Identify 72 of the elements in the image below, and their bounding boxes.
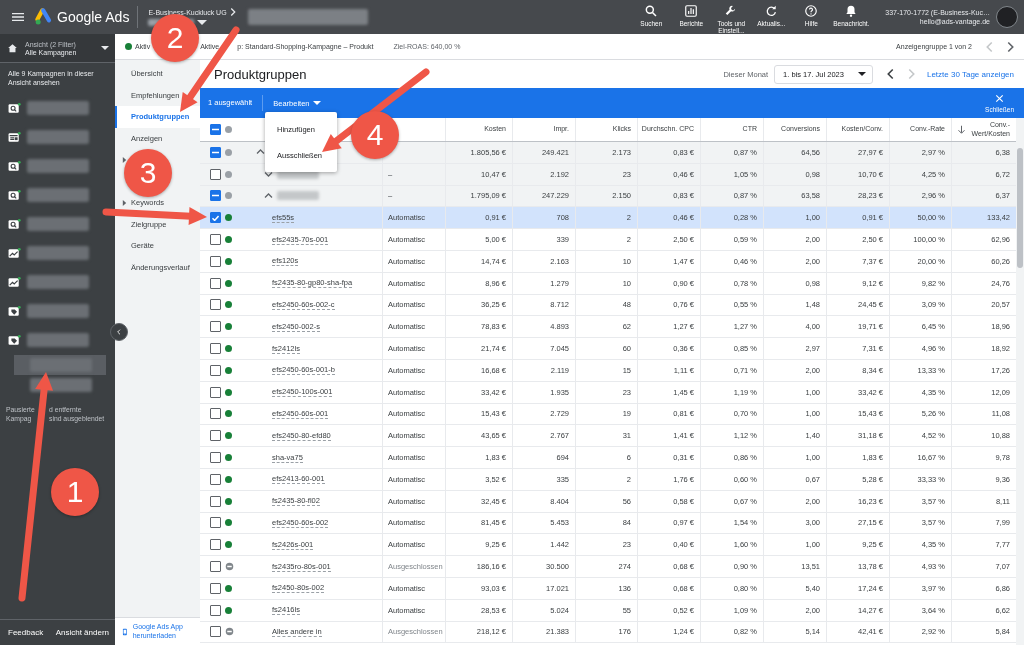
checkbox[interactable] (210, 473, 221, 485)
caret-icon (197, 20, 208, 25)
display-campaign-icon (8, 131, 21, 144)
blurred-text (30, 357, 92, 372)
blurred-text (27, 246, 89, 261)
page-title: Produktgruppen (214, 66, 307, 82)
status-dot (225, 126, 232, 133)
trend-chart-icon (8, 276, 21, 289)
search-campaign-icon (8, 102, 21, 115)
footer-link[interactable]: Feedback (8, 628, 44, 637)
home-icon (6, 41, 19, 55)
caret-icon (313, 101, 322, 105)
checkbox[interactable] (210, 124, 221, 135)
blurred-text (27, 130, 89, 145)
blurred-text (27, 275, 89, 290)
chevron-right-icon (229, 8, 236, 16)
search-campaign-icon (8, 218, 21, 231)
checkbox[interactable] (210, 299, 221, 311)
checkbox[interactable] (210, 212, 221, 224)
search-icon (644, 4, 659, 18)
chevron-right-icon[interactable] (1007, 40, 1014, 53)
checkmark-icon (212, 214, 219, 221)
checkbox[interactable] (210, 539, 221, 551)
checkbox[interactable] (210, 561, 221, 573)
chevron-up-icon[interactable] (256, 149, 265, 156)
checkbox[interactable] (210, 582, 221, 594)
caret-icon (101, 46, 109, 50)
product-name: Google Ads (57, 9, 130, 25)
checkbox[interactable] (210, 408, 221, 420)
blurred-text (27, 304, 89, 319)
checkbox[interactable] (210, 343, 221, 355)
checkbox[interactable] (210, 430, 221, 442)
chevron-up-icon[interactable] (264, 193, 273, 199)
checkbox[interactable] (210, 386, 221, 398)
checkbox[interactable] (210, 190, 221, 202)
close-icon (994, 93, 1006, 104)
checkbox[interactable] (210, 604, 221, 616)
expand-arrow-icon[interactable] (122, 156, 127, 163)
refresh-icon (764, 4, 779, 18)
footer-link[interactable]: Ansicht ändern (55, 628, 109, 637)
scrollbar[interactable] (1016, 118, 1024, 645)
trend-chart-icon (8, 247, 21, 260)
checkbox[interactable] (210, 146, 221, 158)
checkbox[interactable] (210, 321, 221, 333)
checkbox[interactable] (210, 277, 221, 289)
checkbox[interactable] (210, 364, 221, 376)
checkbox[interactable] (210, 626, 221, 638)
caret-icon (857, 72, 866, 76)
blurred-text (27, 188, 89, 203)
search-campaign-icon (8, 189, 21, 202)
date-range-link[interactable]: Letzte 30 Tage anzeigen (926, 69, 1014, 79)
checkbox[interactable] (210, 517, 221, 529)
blurred-text (27, 101, 89, 116)
chart-icon (684, 4, 699, 18)
checkbox[interactable] (210, 495, 221, 507)
tag-icon (8, 305, 21, 318)
blurred-text (27, 333, 89, 348)
checkbox[interactable] (210, 255, 221, 267)
blurred-text (27, 217, 89, 232)
avatar[interactable] (996, 6, 1018, 28)
blurred-text (27, 159, 89, 174)
checkbox[interactable] (210, 452, 221, 464)
help-icon (804, 4, 819, 18)
checkbox[interactable] (210, 234, 221, 246)
tag-icon (8, 334, 21, 347)
expand-arrow-icon[interactable] (122, 199, 127, 206)
annotation-badge: 2 (151, 14, 199, 62)
search-campaign-icon (8, 160, 21, 173)
chevron-left-icon[interactable] (886, 68, 894, 80)
app-logo (34, 7, 54, 27)
checkbox[interactable] (210, 168, 221, 180)
chevron-down-icon[interactable] (264, 171, 273, 178)
